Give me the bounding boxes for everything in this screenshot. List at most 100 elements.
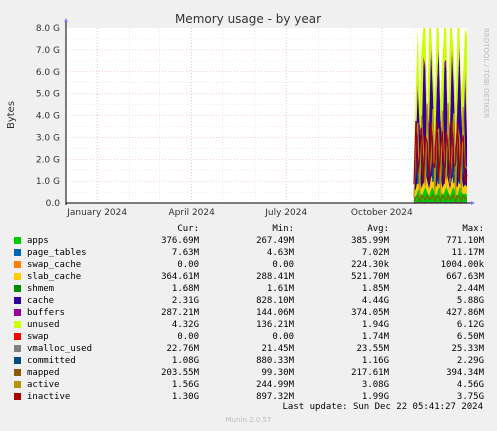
legend-cur-value: 1.30G: [171, 392, 199, 402]
legend-swatch: [14, 261, 21, 268]
legend-min-value: 244.99M: [256, 380, 294, 390]
legend-label: committed: [27, 356, 76, 366]
y-tick-label: 7.0 G: [36, 46, 60, 56]
legend-swatch: [14, 297, 21, 304]
legend-swatch: [14, 321, 21, 328]
legend-max-value: 11.17M: [451, 248, 484, 258]
legend-min-value: 0.00: [272, 260, 294, 270]
header-cur: Cur:: [177, 224, 199, 234]
legend-cur-value: 0.00: [177, 260, 199, 270]
legend-max-value: 771.10M: [446, 236, 484, 246]
legend-cur-value: 364.61M: [161, 272, 199, 282]
header-min: Min:: [272, 224, 294, 234]
legend-cur-value: 4.32G: [171, 320, 199, 330]
legend-max-value: 667.63M: [446, 272, 484, 282]
legend-row-swap: swap 0.00 0.00 1.74M 6.50M: [0, 331, 497, 343]
legend-label: shmem: [27, 284, 55, 294]
legend-swatch: [14, 345, 21, 352]
legend-min-value: 267.49M: [256, 236, 294, 246]
legend-avg-value: 374.05M: [351, 308, 389, 318]
legend-label: inactive: [27, 392, 71, 402]
legend-label: unused: [27, 320, 60, 330]
legend-row-committed: committed 1.08G 880.33M 1.16G 2.29G: [0, 355, 497, 367]
legend-label: apps: [27, 236, 49, 246]
legend-label: page_tables: [27, 248, 87, 258]
legend-row-active: active 1.56G 244.99M 3.08G 4.56G: [0, 379, 497, 391]
legend-min-value: 897.32M: [256, 392, 294, 402]
y-axis-label: Bytes: [6, 101, 17, 129]
y-tick-label: 1.0 G: [36, 177, 60, 187]
legend-min-value: 880.33M: [256, 356, 294, 366]
y-tick-label: 5.0 G: [36, 90, 60, 100]
legend-avg-value: 1.74M: [361, 332, 389, 342]
legend-cur-value: 0.00: [177, 332, 199, 342]
legend-avg-value: 7.02M: [361, 248, 389, 258]
legend-swatch: [14, 273, 21, 280]
y-tick-label: 3.0 G: [36, 133, 60, 143]
legend-row-slab-cache: slab_cache 364.61M 288.41M 521.70M 667.63M: [0, 271, 497, 283]
legend-row-page-tables: page_tables 7.63M 4.63M 7.02M 11.17M: [0, 247, 497, 259]
legend-max-value: 427.86M: [446, 308, 484, 318]
legend-label: active: [27, 380, 60, 390]
x-tick-label: April 2024: [169, 208, 216, 218]
legend-swatch: [14, 237, 21, 244]
legend-min-value: 4.63M: [266, 248, 294, 258]
legend-label: slab_cache: [27, 272, 82, 282]
legend-avg-value: 1.16G: [361, 356, 389, 366]
legend-min-value: 1.61M: [266, 284, 294, 294]
x-tick-label: January 2024: [66, 208, 127, 218]
header-avg: Avg:: [367, 224, 389, 234]
legend-row-unused: unused 4.32G 136.21M 1.94G 6.12G: [0, 319, 497, 331]
legend-cur-value: 287.21M: [161, 308, 199, 318]
legend-row-apps: apps 376.69M 267.49M 385.99M 771.10M: [0, 235, 497, 247]
legend-rows: apps 376.69M 267.49M 385.99M 771.10M page_tab…: [0, 235, 497, 403]
legend-avg-value: 4.44G: [361, 296, 389, 306]
legend-avg-value: 385.99M: [351, 236, 389, 246]
legend-swatch: [14, 309, 21, 316]
legend-cur-value: 1.08G: [171, 356, 199, 366]
legend-avg-value: 23.55M: [356, 344, 389, 354]
legend-label: cache: [27, 296, 55, 306]
legend-cur-value: 1.68M: [171, 284, 199, 294]
legend-row-vmalloc-used: vmalloc_used 22.76M 21.45M 23.55M 25.33M: [0, 343, 497, 355]
legend-label: swap_cache: [27, 260, 82, 270]
legend-cur-value: 2.31G: [171, 296, 199, 306]
legend-max-value: 5.88G: [456, 296, 484, 306]
legend-swatch: [14, 285, 21, 292]
y-tick-label: 2.0 G: [36, 155, 60, 165]
legend-min-value: 136.21M: [256, 320, 294, 330]
legend-swatch: [14, 357, 21, 364]
legend-min-value: 99.30M: [261, 368, 294, 378]
legend-cur-value: 1.56G: [171, 380, 199, 390]
munin-version: Munin 2.0.57: [225, 416, 272, 424]
legend-avg-value: 217.61M: [351, 368, 389, 378]
legend-swatch: [14, 381, 21, 388]
chart-title: Memory usage - by year: [175, 12, 321, 26]
legend-max-value: 25.33M: [451, 344, 484, 354]
legend-label: buffers: [27, 308, 65, 318]
y-tick-label: 0.0: [46, 199, 61, 209]
y-tick-label: 6.0 G: [36, 68, 60, 78]
legend-max-value: 394.34M: [446, 368, 484, 378]
legend-cur-value: 22.76M: [166, 344, 199, 354]
last-update: Last update: Sun Dec 22 05:41:27 2024: [282, 402, 483, 412]
legend-cur-value: 203.55M: [161, 368, 199, 378]
y-tick-labels: 0.0 1.0 G 2.0 G 3.0 G 4.0 G 5.0 G 6.0 G 7.0 G 8.…: [36, 24, 60, 209]
legend-cur-value: 7.63M: [171, 248, 199, 258]
legend-label: mapped: [27, 368, 60, 378]
legend-swatch: [14, 333, 21, 340]
legend-max-value: 1004.00k: [440, 260, 484, 270]
legend-min-value: 21.45M: [261, 344, 294, 354]
legend-row-cache: cache 2.31G 828.10M 4.44G 5.88G: [0, 295, 497, 307]
legend-min-value: 144.06M: [256, 308, 294, 318]
x-tick-label: October 2024: [351, 208, 413, 218]
legend-avg-value: 1.85M: [361, 284, 389, 294]
legend-max-value: 6.12G: [456, 320, 484, 330]
y-tick-label: 4.0 G: [36, 112, 60, 122]
legend-avg-value: 1.94G: [361, 320, 389, 330]
legend-cur-value: 376.69M: [161, 236, 199, 246]
x-tick-label: July 2024: [264, 208, 307, 218]
y-tick-label: 8.0 G: [36, 24, 60, 34]
legend-label: swap: [27, 332, 49, 342]
legend-min-value: 828.10M: [256, 296, 294, 306]
